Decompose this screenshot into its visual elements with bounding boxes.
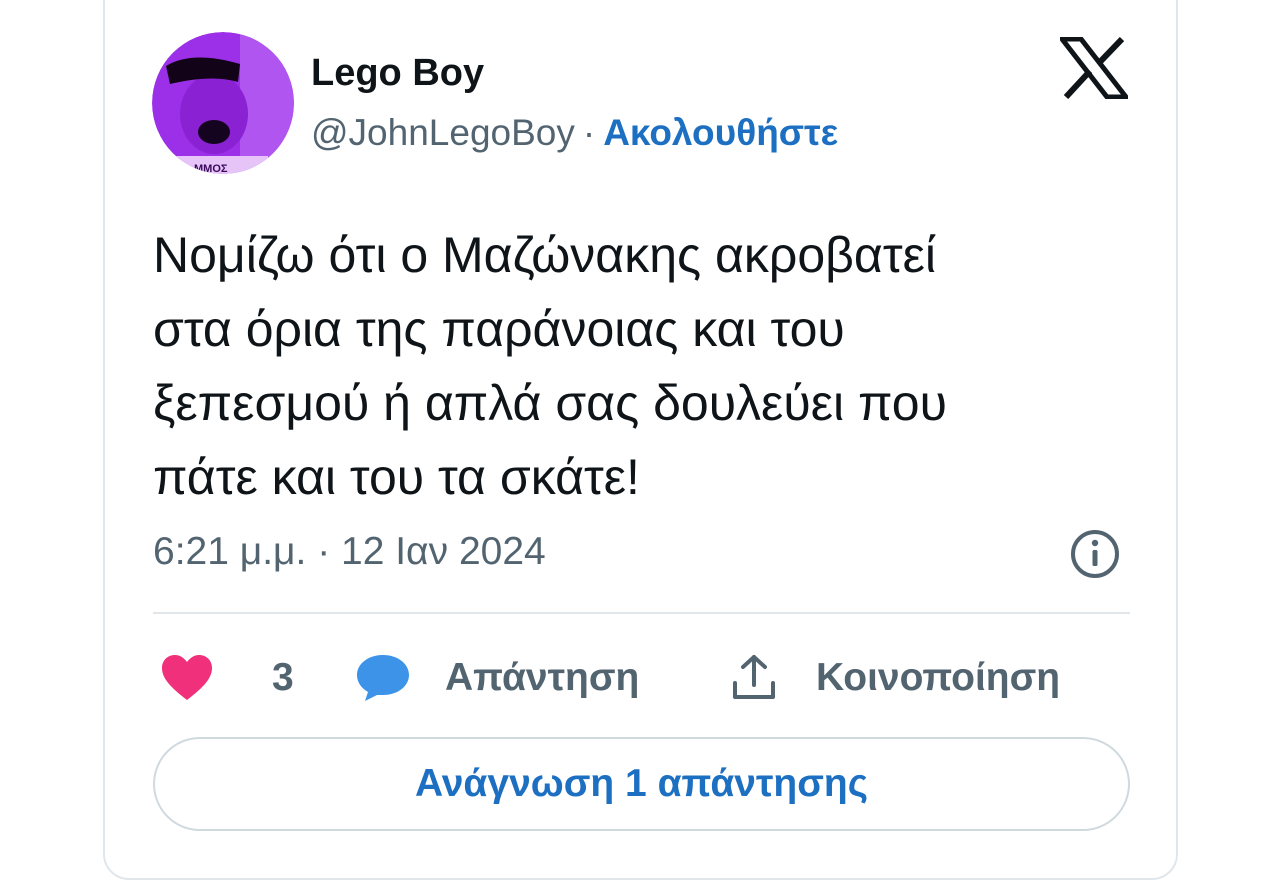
tweet-timestamp[interactable]: 6:21 μ.μ. · 12 Ιαν 2024 (153, 528, 546, 576)
speech-bubble-icon (357, 655, 409, 701)
read-replies-button[interactable]: Ανάγνωση 1 απάντησης (153, 737, 1130, 831)
tweet-text-line: πάτε και του τα σκάτε! (153, 449, 640, 505)
author-handle-row: @JohnLegoBoy · Ακολουθήστε (311, 111, 838, 155)
tweet-text-line: Νομίζω ότι ο Μαζώνακης ακροβατεί (153, 227, 936, 283)
author-handle[interactable]: @JohnLegoBoy (311, 112, 575, 153)
follow-button[interactable]: Ακολουθήστε (603, 112, 838, 153)
like-count: 3 (272, 656, 294, 699)
share-label: Κοινοποίηση (816, 656, 1061, 699)
share-upload-icon (733, 655, 775, 699)
page: ΜΜΟΣ Lego Boy @JohnLegoBoy · Ακολουθήστε Ν… (0, 0, 1283, 891)
x-logo-icon[interactable] (1056, 36, 1132, 100)
read-replies-label: Ανάγνωση 1 απάντησης (415, 762, 868, 805)
tweet-text: Νομίζω ότι ο Μαζώνακης ακροβατεί στα όρι… (153, 218, 1143, 514)
like-button[interactable]: 3 (160, 650, 294, 706)
avatar-image: ΜΜΟΣ (152, 32, 294, 174)
tweet-text-line: στα όρια της παράνοιας και του (153, 301, 845, 357)
tweet-text-line: ξεπεσμού ή απλά σας δουλεύει που (153, 375, 947, 431)
divider (153, 612, 1130, 614)
handle-separator: · (582, 112, 596, 153)
info-icon[interactable] (1069, 528, 1121, 580)
share-button[interactable]: Κοινοποίηση (729, 650, 1060, 706)
heart-icon (162, 655, 212, 700)
avatar[interactable]: ΜΜΟΣ (152, 32, 294, 174)
reply-label: Απάντηση (445, 656, 640, 699)
author-display-name[interactable]: Lego Boy (311, 50, 484, 96)
reply-button[interactable]: Απάντηση (355, 650, 639, 706)
